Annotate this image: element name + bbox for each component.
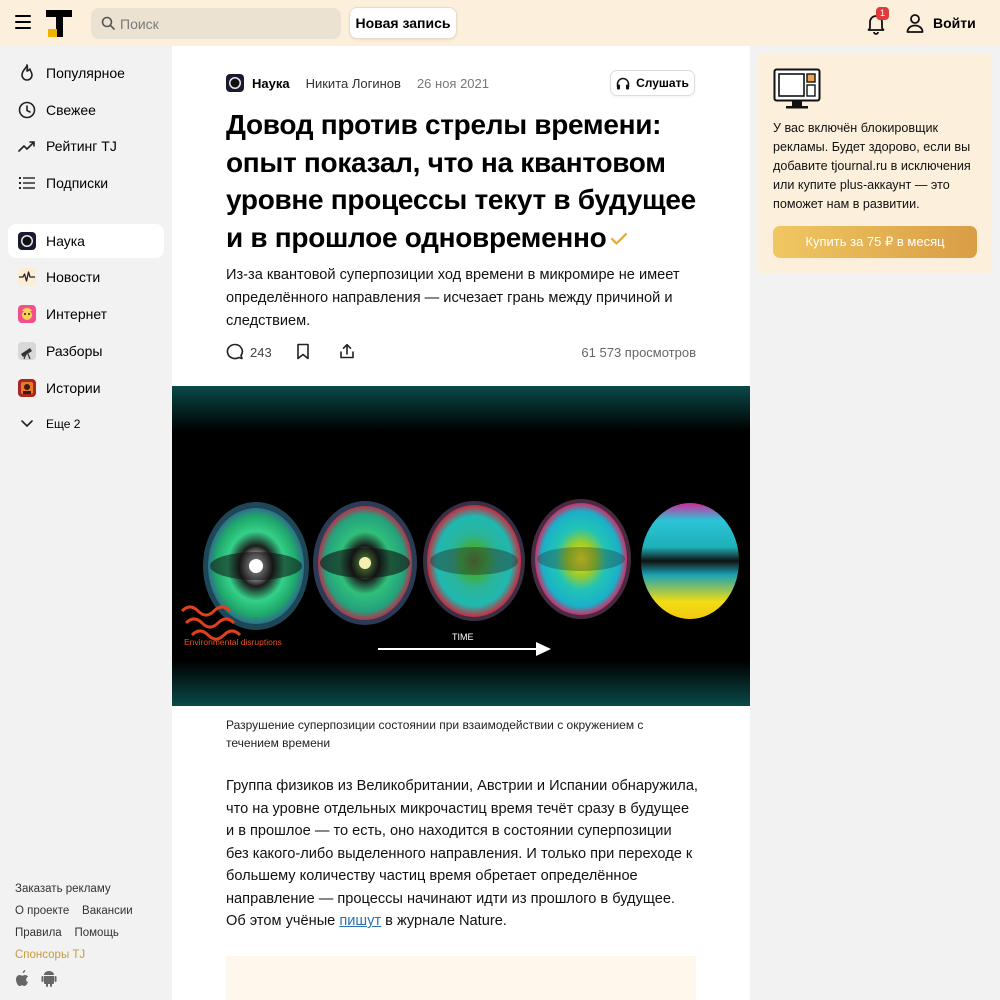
bookmark-icon xyxy=(297,343,309,360)
login-button[interactable]: Войти xyxy=(906,12,976,34)
article-actions: 243 61 573 просмотров xyxy=(226,343,696,363)
top-header: Новая запись 1 Войти xyxy=(0,0,1000,46)
footer-link-sponsors[interactable]: Спонсоры TJ xyxy=(15,949,85,961)
news-subsite-icon xyxy=(18,268,36,286)
footer-row-2: О проекте Вакансии xyxy=(15,905,133,917)
share-icon xyxy=(340,343,354,359)
app-links xyxy=(15,969,57,987)
sidebar-item-label: Интернет xyxy=(46,306,108,322)
footer-link-help[interactable]: Помощь xyxy=(74,927,118,939)
article-title[interactable]: Довод против стрелы времени: опыт показа… xyxy=(226,106,696,256)
footer-row-4: Спонсоры TJ xyxy=(15,949,85,961)
science-subsite-icon xyxy=(18,232,36,250)
footer-link-ads[interactable]: Заказать рекламу xyxy=(15,883,111,895)
footer-link-rules[interactable]: Правила xyxy=(15,927,62,939)
article-author[interactable]: Никита Логинов xyxy=(306,76,401,91)
chevron-down-icon xyxy=(18,415,36,433)
list-icon xyxy=(18,174,36,192)
sidebar-item-label: Новости xyxy=(46,269,101,285)
search-bar[interactable] xyxy=(91,8,341,39)
article-category[interactable]: Наука xyxy=(252,76,290,91)
superposition-illustration: Environmental disruptions TIME xyxy=(172,386,750,706)
article-meta: Наука Никита Логинов 26 ноя 2021 xyxy=(226,74,489,92)
comments-button[interactable]: 243 xyxy=(226,343,272,361)
footer-row-1: Заказать рекламу xyxy=(15,883,111,895)
article-title-text: Довод против стрелы времени: опыт показа… xyxy=(226,109,696,253)
sidebar-item-label: Рейтинг TJ xyxy=(46,138,117,154)
time-label: TIME xyxy=(452,632,474,642)
computer-icon xyxy=(773,68,821,109)
bookmark-button[interactable] xyxy=(296,343,310,360)
source-link[interactable]: пишут xyxy=(339,913,381,929)
sidebar-item-label: Истории xyxy=(46,380,101,396)
listen-button[interactable]: Слушать xyxy=(610,70,695,96)
sidebar-item-internet[interactable]: Интернет xyxy=(8,297,164,331)
sidebar-item-analysis[interactable]: Разборы xyxy=(8,334,164,368)
comment-icon xyxy=(226,343,244,360)
next-block xyxy=(226,956,696,1000)
disruptions-label: Environmental disruptions xyxy=(184,637,282,647)
internet-subsite-icon xyxy=(18,305,36,323)
android-icon[interactable] xyxy=(41,969,57,987)
article-date[interactable]: 26 ноя 2021 xyxy=(417,76,489,91)
editorial-check-icon xyxy=(611,233,628,245)
article-card: Наука Никита Логинов 26 ноя 2021 Слушать… xyxy=(172,46,750,1000)
sidebar-more-button[interactable]: Еще 2 xyxy=(8,407,164,441)
login-label: Войти xyxy=(933,15,976,31)
article-body: Группа физиков из Великобритании, Австри… xyxy=(226,775,698,933)
left-sidebar: Популярное Свежее Рейтинг TJ Подписки На… xyxy=(0,46,172,1000)
body-text-part: в журнале Nature. xyxy=(381,913,507,929)
apple-icon[interactable] xyxy=(15,969,31,987)
sidebar-item-popular[interactable]: Популярное xyxy=(8,56,164,90)
trending-icon xyxy=(18,137,36,155)
sidebar-item-label: Наука xyxy=(46,233,85,249)
article-image[interactable]: Environmental disruptions TIME xyxy=(172,386,750,706)
image-caption: Разрушение суперпозиции состоянии при вз… xyxy=(226,718,644,750)
sidebar-item-fresh[interactable]: Свежее xyxy=(8,93,164,127)
sidebar-item-rating[interactable]: Рейтинг TJ xyxy=(8,129,164,163)
sidebar-item-label: Подписки xyxy=(46,175,109,191)
headphones-icon xyxy=(616,77,630,89)
footer-link-jobs[interactable]: Вакансии xyxy=(82,905,133,917)
search-icon xyxy=(101,16,115,30)
sidebar-item-stories[interactable]: Истории xyxy=(8,371,164,405)
share-button[interactable] xyxy=(339,343,355,359)
buy-plus-button[interactable]: Купить за 75 ₽ в месяц xyxy=(773,226,977,258)
clock-icon xyxy=(18,101,36,119)
footer-row-3: Правила Помощь xyxy=(15,927,119,939)
analysis-subsite-icon xyxy=(18,342,36,360)
flame-icon xyxy=(18,64,36,82)
comments-count: 243 xyxy=(250,344,272,360)
listen-label: Слушать xyxy=(636,76,689,90)
notification-badge: 1 xyxy=(876,7,889,20)
science-subsite-icon[interactable] xyxy=(226,74,244,92)
views-count: 61 573 просмотров xyxy=(581,345,696,360)
sidebar-item-label: Популярное xyxy=(46,65,125,81)
search-input[interactable] xyxy=(120,8,330,39)
adblock-message: У вас включён блокировщик рекламы. Будет… xyxy=(773,121,971,211)
user-icon xyxy=(906,14,924,33)
sidebar-item-label: Разборы xyxy=(46,343,103,359)
menu-icon[interactable] xyxy=(15,15,31,29)
sidebar-item-news[interactable]: Новости xyxy=(8,260,164,294)
article-lead: Из-за квантовой суперпозиции ход времени… xyxy=(226,267,680,329)
body-text-part: Группа физиков из Великобритании, Австри… xyxy=(226,778,698,929)
sidebar-item-science[interactable]: Наука xyxy=(8,224,164,258)
adblock-notice: У вас включён блокировщик рекламы. Будет… xyxy=(758,54,992,273)
sidebar-more-label: Еще 2 xyxy=(46,417,81,431)
sidebar-item-subscriptions[interactable]: Подписки xyxy=(8,166,164,200)
footer-link-about[interactable]: О проекте xyxy=(15,905,69,917)
new-post-button[interactable]: Новая запись xyxy=(349,7,457,39)
sidebar-item-label: Свежее xyxy=(46,102,96,118)
stories-subsite-icon xyxy=(18,379,36,397)
tj-logo[interactable] xyxy=(46,10,72,37)
